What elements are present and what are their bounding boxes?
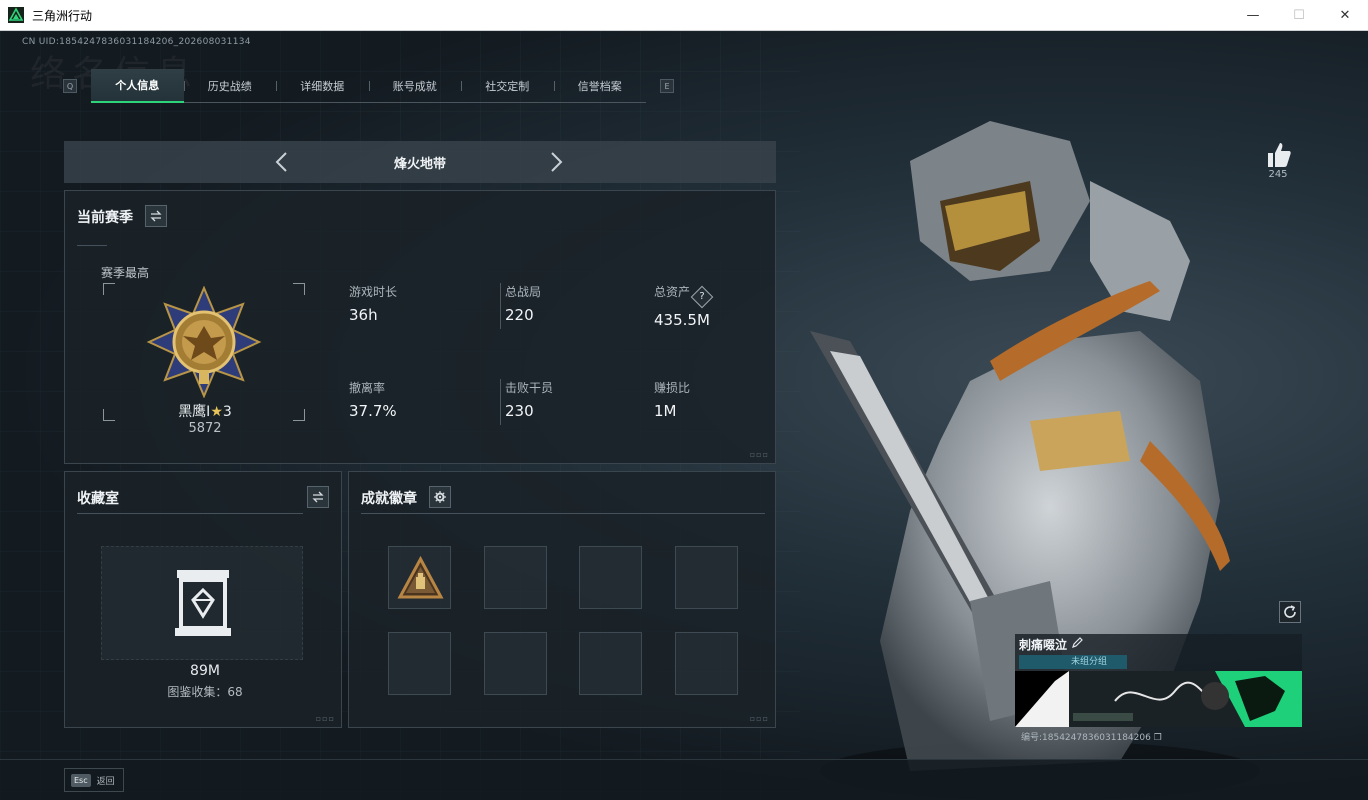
help-icon[interactable]: ? [690,285,714,309]
rank-score: 5872 [188,421,222,436]
stat-operators-defeated: 击败干员 230 [500,379,630,425]
collection-count-value: 68 [227,685,243,699]
badge-slot[interactable] [484,632,547,695]
achievements-title: 成就徽章 [361,491,417,507]
profile-tabs: Q 个人信息 历史战绩 详细数据 账号成就 社交定制 信誉档案 E [60,69,680,103]
player-name: 刺痛啜泣 [1019,638,1068,652]
stat-label: 总资产 [654,285,691,299]
rank-stars: 3 [222,404,232,420]
mode-selector: 烽火地带 [64,141,776,183]
stat-label: 总战局 [505,285,542,299]
next-tab-key[interactable]: E [660,79,674,93]
bottom-bar: Esc 返回 [0,759,1368,800]
collection-count-label: 图鉴收集： [167,685,228,699]
stat-value: 37.7% [349,402,397,420]
season-best-label: 赛季最高 [101,266,150,280]
achievement-badge-icon [397,555,444,599]
app-logo-icon [8,7,24,23]
corner-decoration: ▫▫▫ [749,450,769,459]
tab-history[interactable]: 历史战绩 [183,69,277,103]
achievements-settings-button[interactable] [429,486,451,508]
badge-slot[interactable] [675,546,738,609]
season-title: 当前赛季 [77,210,133,226]
stat-value: 230 [505,402,534,420]
badge-slot[interactable] [579,546,642,609]
stat-label: 击败干员 [505,381,554,395]
close-button[interactable]: ✕ [1322,0,1368,31]
badge-slot[interactable] [388,632,451,695]
stat-value: 220 [505,306,534,324]
stat-value: 1M [654,402,677,420]
tab-reputation[interactable]: 信誉档案 [553,69,647,103]
mode-label: 烽火地带 [393,156,446,172]
rank-emblem-icon [146,286,262,398]
divider [361,513,765,514]
collection-title: 收藏室 [77,491,119,507]
corner-decoration: ▫▫▫ [315,714,335,723]
tab-account-achievements[interactable]: 账号成就 [368,69,462,103]
divider [77,245,107,246]
stat-label: 撤离率 [349,381,386,395]
display-case-icon [175,570,231,636]
badge-slot[interactable] [484,546,547,609]
window-titlebar: 三角洲行动 — ☐ ✕ [0,0,1368,31]
stat-value: 36h [349,306,378,324]
tab-personal-info[interactable]: 个人信息 [91,69,184,103]
card-id-text: 编号:1854247836031184206 [1021,733,1151,743]
stat-profit-ratio: 赚损比 1M [654,379,784,425]
prev-tab-key[interactable]: Q [63,79,77,93]
maximize-button[interactable]: ☐ [1276,0,1322,31]
group-label: 未组分组 [1071,657,1108,667]
tab-social-customize[interactable]: 社交定制 [461,69,554,103]
chevron-right-icon[interactable] [544,151,566,173]
minimize-button[interactable]: — [1230,0,1276,31]
esc-key-label: Esc [71,773,91,787]
badge-slot[interactable] [675,632,738,695]
rank-tier: 黑鹰I [178,404,211,420]
refresh-button[interactable] [1279,601,1301,623]
swap-icon [150,210,162,222]
back-label: 返回 [96,776,115,787]
player-name-card: 刺痛啜泣 未组分组 编号:1854247836031184206 ❐ [1015,634,1302,746]
gear-icon [434,491,446,503]
badge-slot[interactable] [579,632,642,695]
tab-detailed-data[interactable]: 详细数据 [276,69,369,103]
star-icon: ★ [210,404,223,420]
thumbs-up-icon[interactable] [1264,139,1292,169]
copy-icon[interactable]: ❐ [1154,733,1162,743]
stat-play-time: 游戏时长 36h [349,283,479,329]
collection-panel[interactable]: 收藏室 89M 图鉴收集：68 ▫▫▫ [64,471,342,728]
collection-switch-button[interactable] [307,486,329,508]
achievements-panel: 成就徽章 ▫▫▫ [348,471,776,728]
stat-total-matches: 总战局 220 [500,283,630,329]
like-count: 245 [1268,169,1288,180]
collection-count: 图鉴收集：68 [65,683,345,700]
back-button[interactable]: Esc 返回 [64,768,124,792]
stat-value: 435.5M [654,311,710,329]
divider [77,513,303,514]
player-uid: CN UID:1854247836031184206_202608031134 [22,37,251,47]
help-mark: ? [699,291,705,302]
game-view: 络名信息 CN UID:1854247836031184206_20260803… [0,31,1368,800]
window-title: 三角洲行动 [32,8,93,23]
name-card-banner[interactable] [1015,671,1302,727]
season-panel: 当前赛季 赛季最高 黑鹰I★3 5872 游戏时长 36h 总战局 220 总资… [64,190,776,464]
corner-decoration: ▫▫▫ [749,714,769,723]
swap-icon [312,491,324,503]
banner-art [1015,671,1302,727]
refresh-icon [1284,605,1296,618]
rank-name: 黑鹰I★3 [125,401,285,421]
stat-label: 赚损比 [654,381,691,395]
season-switch-button[interactable] [145,205,167,227]
stat-total-assets: 总资产? 435.5M [654,283,784,329]
stat-extraction-rate: 撤离率 37.7% [349,379,479,425]
stat-label: 游戏时长 [349,285,398,299]
chevron-left-icon[interactable] [272,151,294,173]
card-id: 编号:1854247836031184206 ❐ [1021,730,1162,743]
badge-slot[interactable] [388,546,451,609]
edit-pencil-icon[interactable] [1071,637,1083,649]
collection-value: 89M [190,663,220,679]
